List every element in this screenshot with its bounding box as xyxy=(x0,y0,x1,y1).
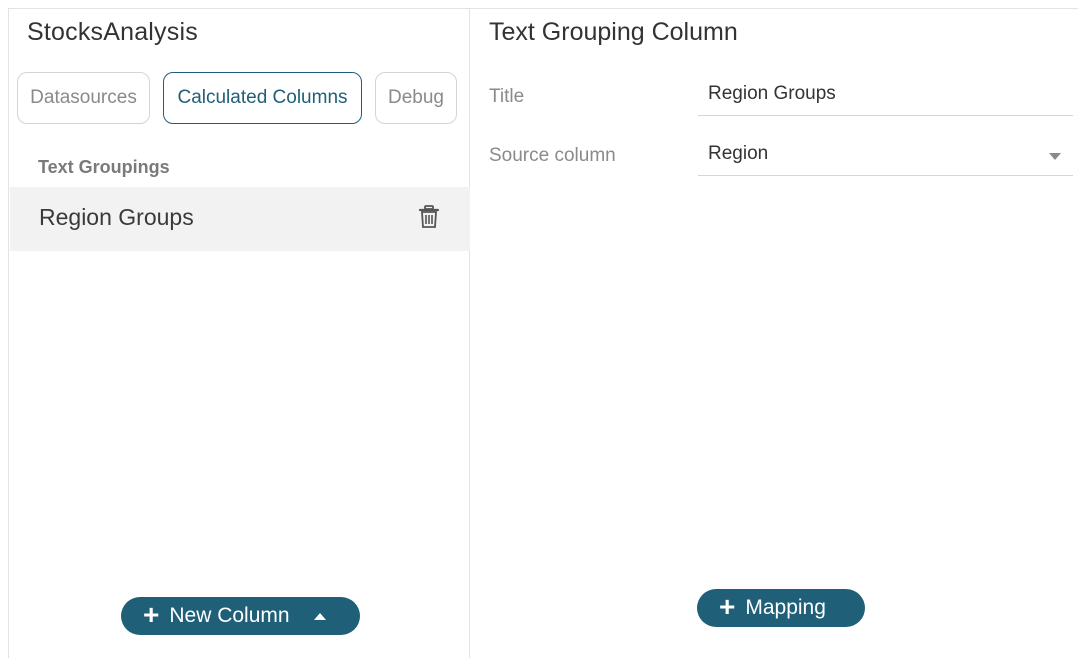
new-column-label: New Column xyxy=(169,604,290,627)
app-title: StocksAnalysis xyxy=(27,18,198,46)
source-column-select[interactable]: Region xyxy=(698,136,1073,176)
panel-title: Text Grouping Column xyxy=(489,18,738,46)
list-item-region-groups[interactable]: Region Groups xyxy=(10,187,470,251)
plus-icon: + xyxy=(143,599,160,630)
add-mapping-button[interactable]: + Mapping xyxy=(697,589,865,627)
text-grouping-editor: Text Grouping Column Title Region Groups… xyxy=(470,8,1078,658)
section-label-text-groupings: Text Groupings xyxy=(38,157,170,177)
calculated-columns-panel: StocksAnalysis Datasources Calculated Co… xyxy=(8,8,470,658)
tab-calculated-columns[interactable]: Calculated Columns xyxy=(163,72,362,124)
caret-up-icon xyxy=(313,612,326,620)
list-item-label: Region Groups xyxy=(39,204,194,230)
chevron-down-icon xyxy=(1049,153,1061,160)
tab-debug[interactable]: Debug xyxy=(375,72,457,124)
title-field-label: Title xyxy=(489,86,525,107)
tab-datasources[interactable]: Datasources xyxy=(17,72,150,124)
mapping-label: Mapping xyxy=(745,596,826,619)
trash-icon[interactable] xyxy=(418,205,440,229)
plus-icon: + xyxy=(719,591,736,622)
title-input-value: Region Groups xyxy=(708,83,836,104)
title-input[interactable]: Region Groups xyxy=(698,76,1073,116)
new-column-button[interactable]: + New Column xyxy=(121,597,360,635)
app-window: StocksAnalysis Datasources Calculated Co… xyxy=(0,0,1078,658)
tab-label: Debug xyxy=(388,87,444,108)
source-column-value: Region xyxy=(708,143,769,164)
tab-label: Calculated Columns xyxy=(177,87,348,108)
source-column-label: Source column xyxy=(489,145,616,166)
tab-label: Datasources xyxy=(30,87,137,108)
